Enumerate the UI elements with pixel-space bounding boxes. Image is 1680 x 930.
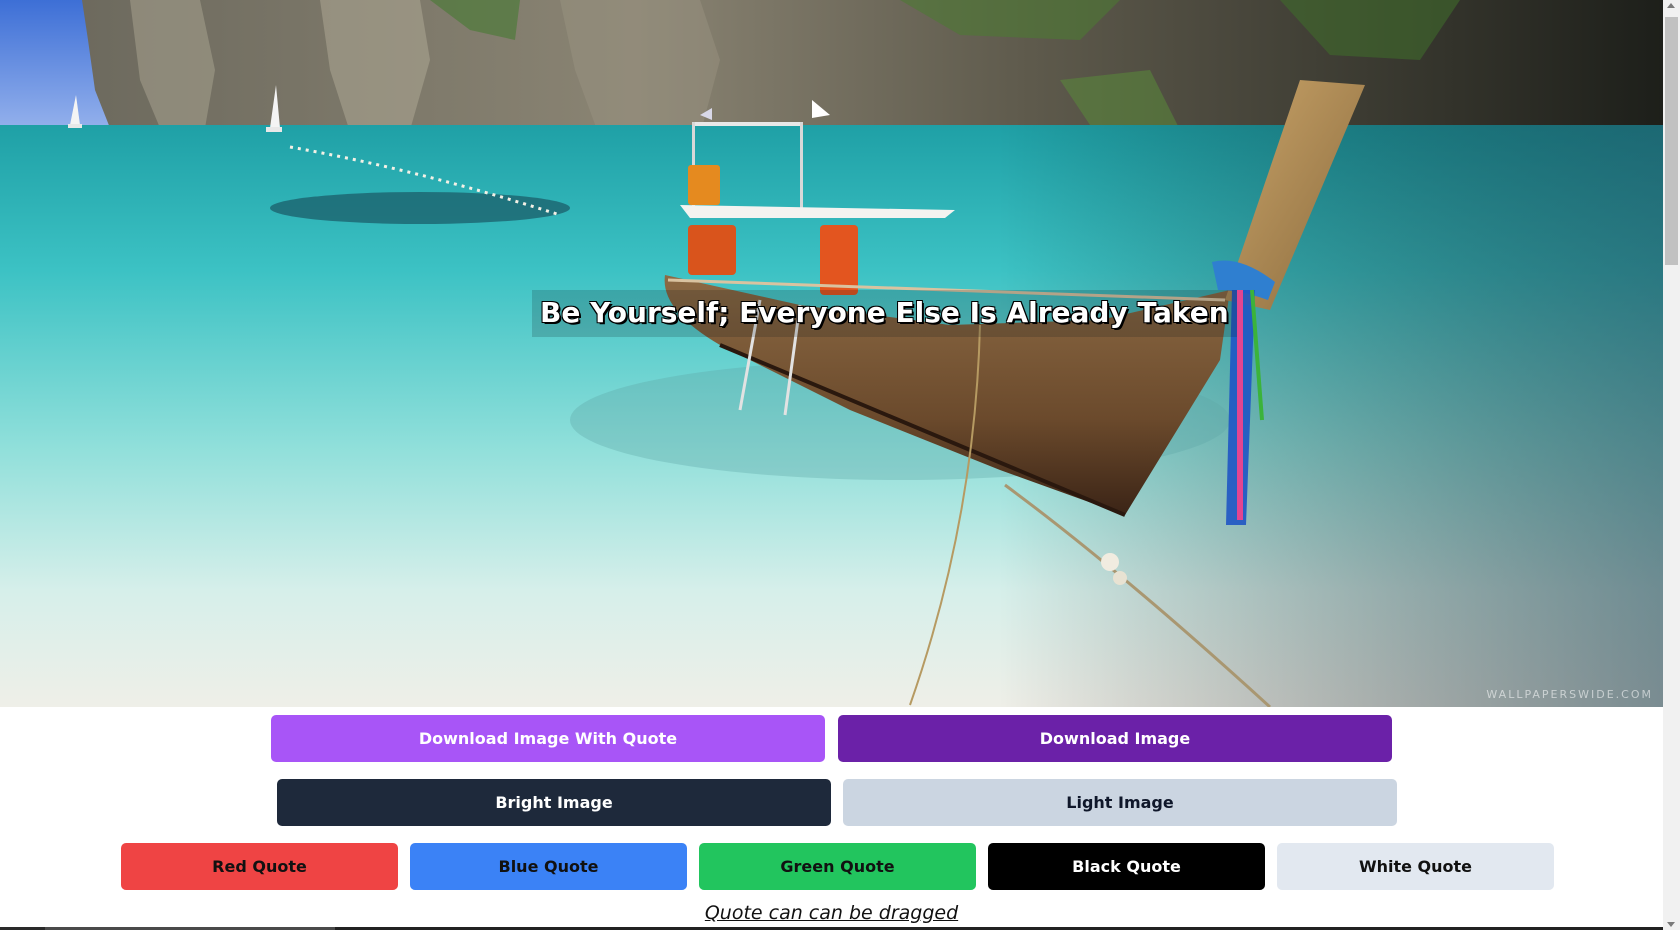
- blue-quote-button[interactable]: Blue Quote: [410, 843, 687, 890]
- drag-hint-text: Quote can can be dragged: [704, 902, 959, 924]
- bright-image-button[interactable]: Bright Image: [277, 779, 831, 826]
- green-quote-button[interactable]: Green Quote: [699, 843, 976, 890]
- black-quote-button[interactable]: Black Quote: [988, 843, 1265, 890]
- page: Be Yourself; Everyone Else Is Already Ta…: [0, 0, 1680, 930]
- image-watermark: WALLPAPERSWIDE.COM: [1486, 688, 1653, 701]
- beach-boat-scene: [0, 0, 1663, 707]
- background-image: Be Yourself; Everyone Else Is Already Ta…: [0, 0, 1663, 707]
- download-image-with-quote-button[interactable]: Download Image With Quote: [271, 715, 825, 762]
- scroll-thumb[interactable]: [1665, 17, 1678, 265]
- vertical-scrollbar[interactable]: [1663, 0, 1680, 930]
- download-image-button[interactable]: Download Image: [838, 715, 1392, 762]
- light-image-button[interactable]: Light Image: [843, 779, 1397, 826]
- scroll-down-arrow-icon[interactable]: [1667, 922, 1675, 927]
- draggable-quote[interactable]: Be Yourself; Everyone Else Is Already Ta…: [532, 290, 1237, 337]
- white-quote-button[interactable]: White Quote: [1277, 843, 1554, 890]
- scroll-up-arrow-icon[interactable]: [1667, 3, 1675, 8]
- red-quote-button[interactable]: Red Quote: [121, 843, 398, 890]
